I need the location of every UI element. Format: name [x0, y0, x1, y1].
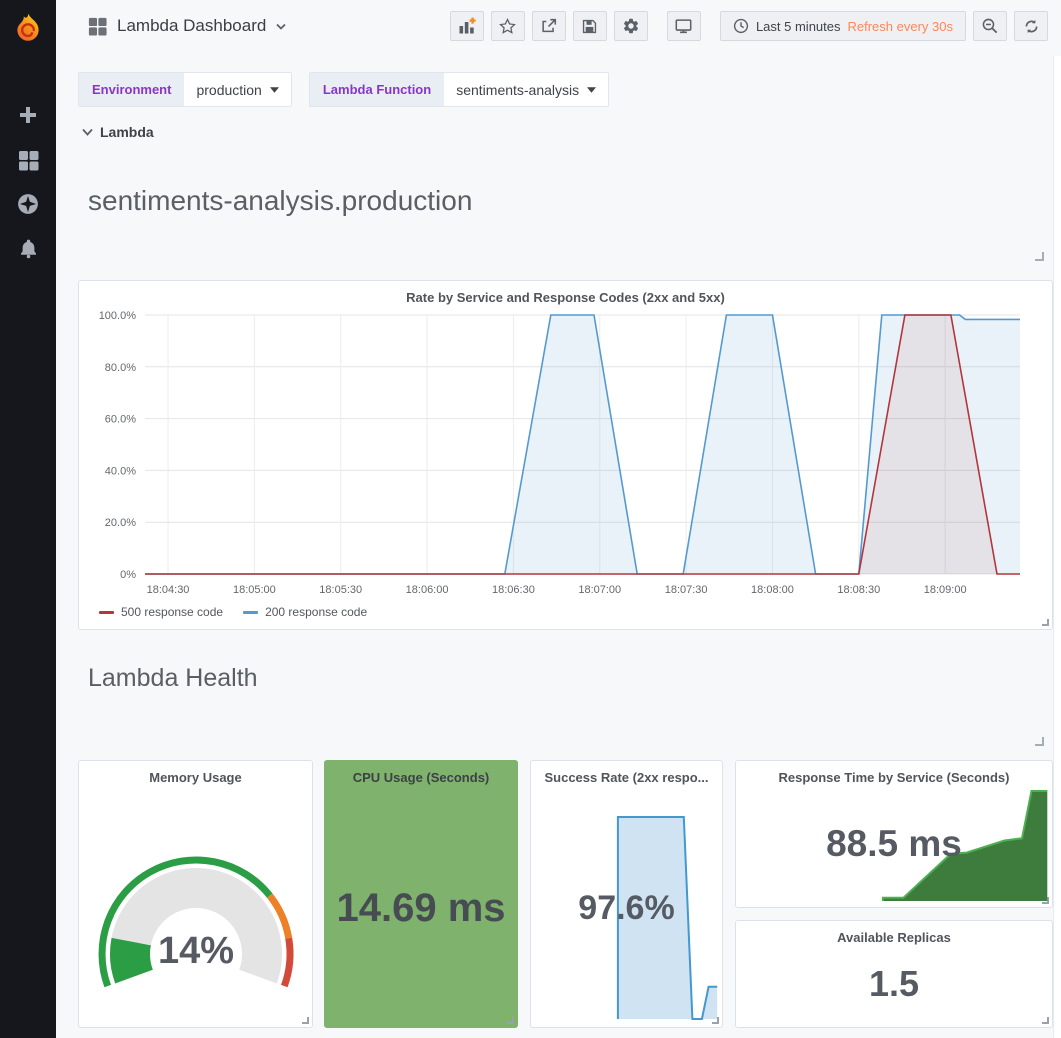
svg-text:18:05:00: 18:05:00 [233, 584, 276, 596]
panel-title-replicas[interactable]: Available Replicas [736, 921, 1052, 945]
svg-text:18:04:30: 18:04:30 [147, 584, 190, 596]
save-button[interactable] [573, 11, 607, 41]
variable-lambda-function-value[interactable]: sentiments-analysis [444, 73, 608, 106]
time-picker-button[interactable]: Last 5 minutes Refresh every 30s [720, 11, 966, 41]
variable-environment-value-text: production [196, 82, 261, 98]
panel-rate-by-service: Rate by Service and Response Codes (2xx … [78, 280, 1053, 630]
variable-environment-value[interactable]: production [184, 73, 290, 106]
replicas-value: 1.5 [736, 963, 1052, 1005]
sidebar-add-icon[interactable] [0, 95, 56, 135]
sidebar [0, 0, 56, 1038]
chevron-down-icon [82, 128, 93, 136]
sidebar-explore-icon[interactable] [0, 184, 56, 224]
add-panel-icon [457, 16, 477, 36]
svg-text:18:06:00: 18:06:00 [406, 584, 449, 596]
health-heading: Lambda Health [88, 664, 258, 693]
svg-text:40.0%: 40.0% [105, 465, 136, 477]
svg-text:18:05:30: 18:05:30 [319, 584, 362, 596]
timeseries-chart[interactable]: 100.0% 80.0% 60.0% 40.0% 20.0% 0% 18:04:30 18:0… [79, 305, 1052, 597]
save-icon [581, 18, 598, 35]
legend-item[interactable]: 200 response code [243, 605, 367, 619]
sidebar-dashboards-icon[interactable] [0, 140, 56, 180]
row-toggle-lambda[interactable]: Lambda [82, 124, 154, 140]
clock-icon [733, 18, 749, 34]
success-rate-value: 97.6% [531, 889, 722, 928]
page-title: Lambda Dashboard [117, 16, 266, 36]
star-icon [499, 18, 516, 35]
grafana-flame-icon [11, 11, 45, 45]
variable-environment[interactable]: Environment production [78, 72, 292, 107]
svg-text:18:06:30: 18:06:30 [492, 584, 535, 596]
panel-title-memory[interactable]: Memory Usage [79, 761, 312, 785]
svg-text:60.0%: 60.0% [105, 414, 136, 426]
variable-lambda-function[interactable]: Lambda Function sentiments-analysis [309, 72, 609, 107]
monitor-icon [674, 17, 693, 35]
svg-text:100.0%: 100.0% [99, 310, 137, 322]
service-heading: sentiments-analysis.production [88, 185, 472, 217]
grafana-dashboard: Lambda Dashboard [0, 0, 1061, 1038]
variable-lambda-function-label: Lambda Function [310, 73, 444, 106]
svg-text:18:07:00: 18:07:00 [578, 584, 621, 596]
legend-series-color [99, 611, 114, 614]
refresh-button[interactable] [1014, 11, 1048, 41]
dashboard-grid-icon [88, 17, 107, 36]
panel-cpu-usage: CPU Usage (Seconds) 14.69 ms [324, 760, 518, 1028]
panel-memory-usage: Memory Usage 14% [78, 760, 313, 1028]
refresh-icon [1023, 18, 1040, 35]
sidebar-alerting-icon[interactable] [0, 228, 56, 268]
row-resize-handle[interactable] [1035, 252, 1044, 261]
svg-text:14%: 14% [158, 930, 234, 972]
submenu: Environment production Lambda Function s… [78, 72, 609, 107]
grafana-logo[interactable] [0, 0, 56, 56]
dashboard-title-button[interactable]: Lambda Dashboard [88, 16, 286, 36]
panel-resize-handle[interactable] [1042, 619, 1049, 626]
svg-text:18:08:00: 18:08:00 [751, 584, 794, 596]
gauge-chart: 14% [91, 839, 301, 989]
tv-mode-button[interactable] [667, 11, 701, 41]
chevron-down-icon [276, 23, 286, 30]
variable-lambda-function-value-text: sentiments-analysis [456, 82, 579, 98]
row-resize-handle[interactable] [1035, 737, 1044, 746]
panel-resize-handle[interactable] [302, 1017, 309, 1024]
scrollbar-track[interactable] [1053, 56, 1061, 1038]
navbar: Lambda Dashboard [56, 0, 1061, 52]
panel-available-replicas: Available Replicas 1.5 [735, 920, 1053, 1028]
variable-environment-label: Environment [79, 73, 184, 106]
legend-series-color [243, 611, 258, 614]
zoom-out-button[interactable] [973, 11, 1007, 41]
svg-text:0%: 0% [120, 569, 136, 581]
panel-success-rate: Success Rate (2xx respo... 97.6% [530, 760, 723, 1028]
settings-button[interactable] [614, 11, 648, 41]
gear-icon [622, 17, 640, 35]
response-time-value: 88.5 ms [736, 823, 1052, 865]
svg-text:80.0%: 80.0% [105, 362, 136, 374]
row-title: Lambda [100, 124, 154, 140]
svg-text:18:07:30: 18:07:30 [665, 584, 708, 596]
navbar-actions: Last 5 minutes Refresh every 30s [443, 11, 1048, 41]
caret-down-icon [270, 87, 279, 93]
panel-resize-handle[interactable] [507, 1017, 514, 1024]
caret-down-icon [587, 87, 596, 93]
star-button[interactable] [491, 11, 525, 41]
svg-text:18:08:30: 18:08:30 [837, 584, 880, 596]
legend-item[interactable]: 500 response code [99, 605, 223, 619]
panel-title-rate[interactable]: Rate by Service and Response Codes (2xx … [79, 281, 1052, 305]
add-panel-button[interactable] [450, 11, 484, 41]
panel-title-cpu[interactable]: CPU Usage (Seconds) [325, 761, 517, 785]
cpu-value: 14.69 ms [325, 886, 517, 931]
svg-text:18:09:00: 18:09:00 [924, 584, 967, 596]
share-button[interactable] [532, 11, 566, 41]
chart-legend: 500 response code 200 response code [99, 605, 367, 619]
zoom-out-icon [981, 17, 999, 35]
time-range-label: Last 5 minutes [756, 19, 841, 34]
refresh-interval-label: Refresh every 30s [848, 19, 954, 34]
panel-resize-handle[interactable] [1042, 1017, 1049, 1024]
svg-text:20.0%: 20.0% [105, 517, 136, 529]
panel-response-time: Response Time by Service (Seconds) 88.5 … [735, 760, 1053, 908]
share-icon [540, 17, 558, 35]
